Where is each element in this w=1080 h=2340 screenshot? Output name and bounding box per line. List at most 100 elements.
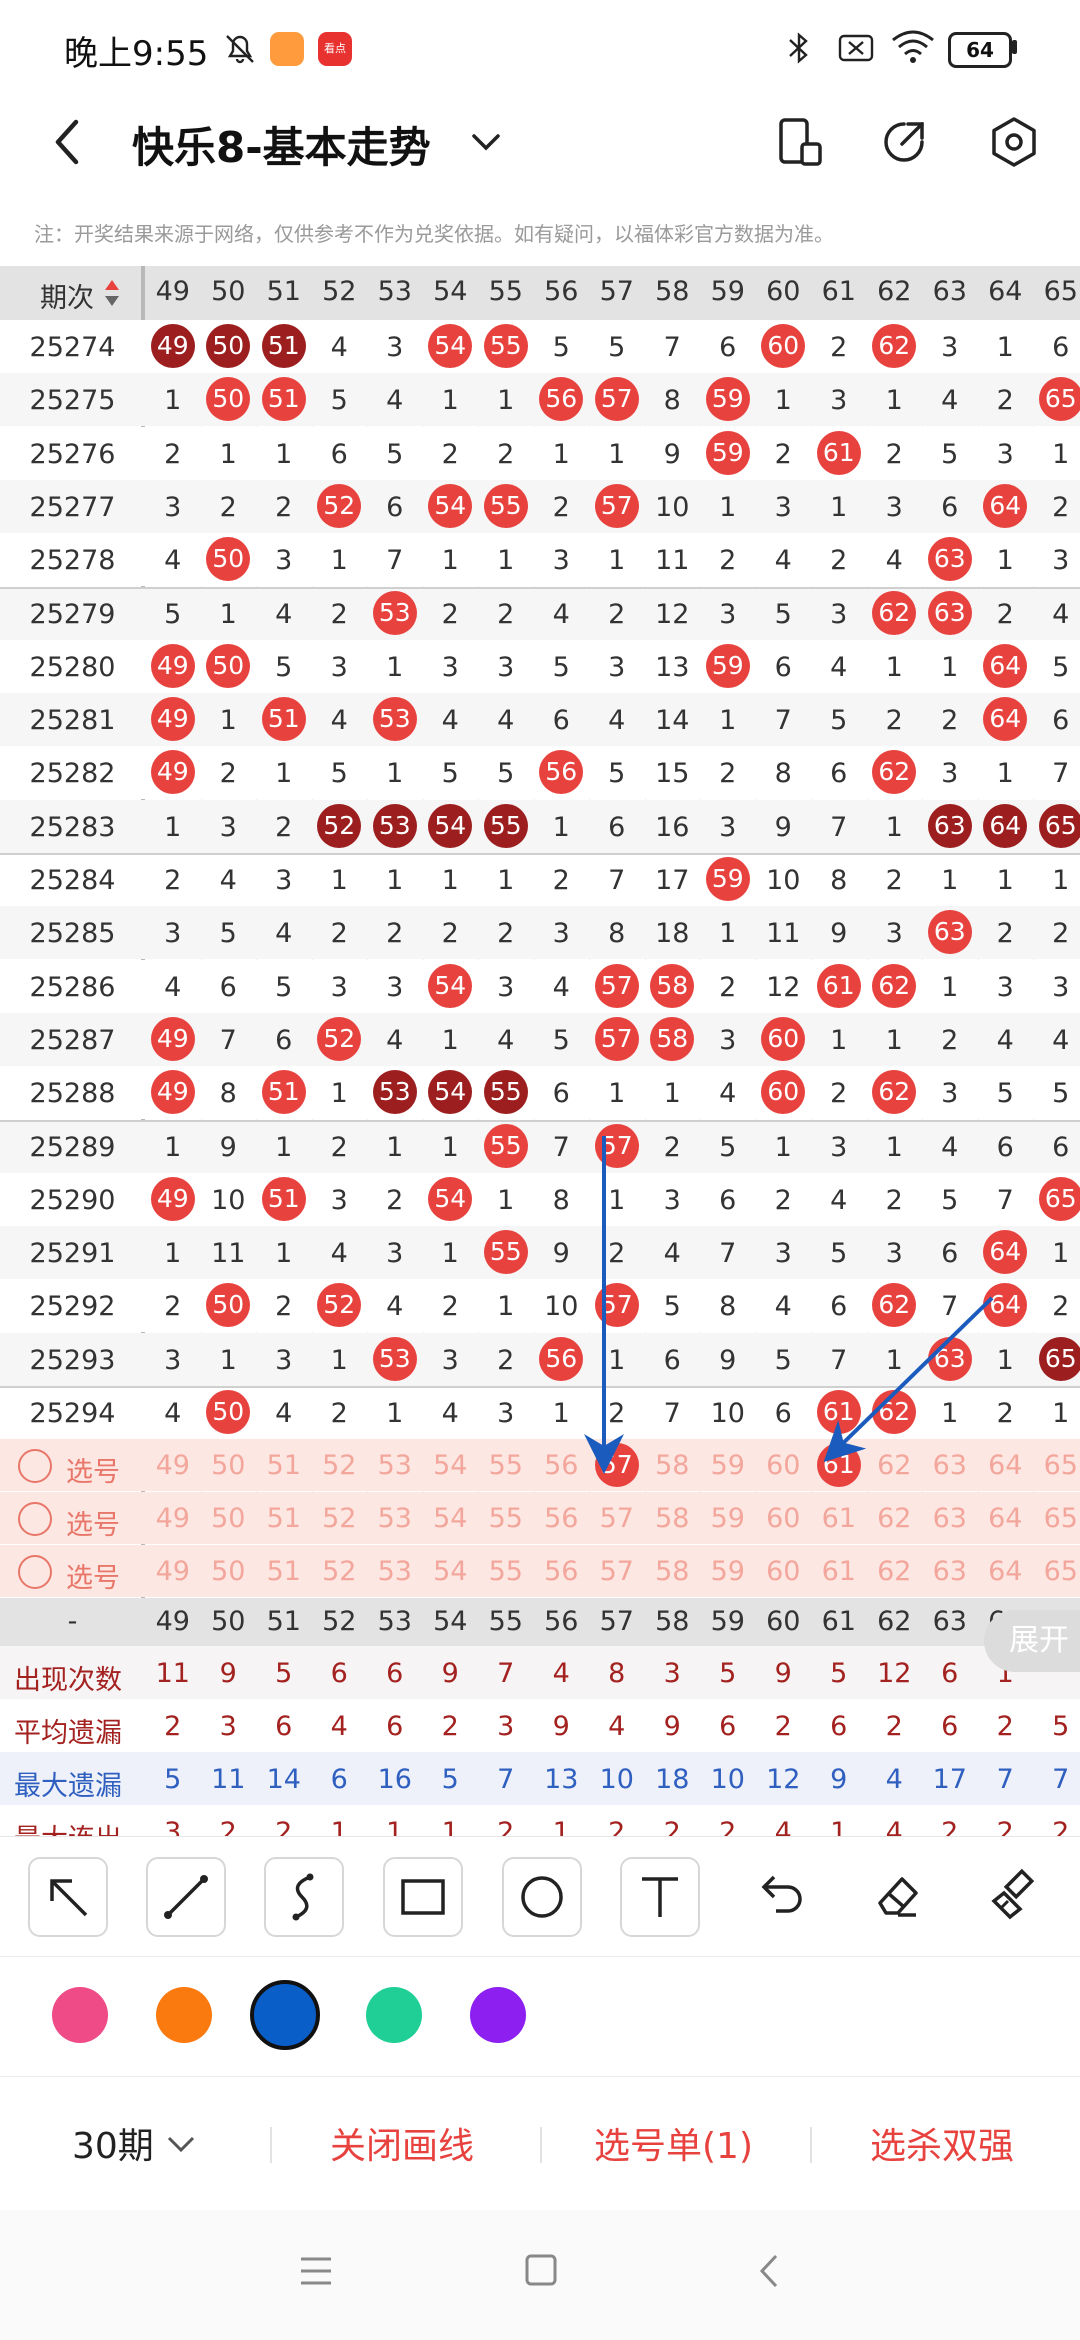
- back-arrow-icon[interactable]: [44, 112, 92, 172]
- sort-arrows-icon[interactable]: [104, 278, 120, 308]
- select-number[interactable]: 62: [867, 1556, 923, 1587]
- select-number[interactable]: 50: [201, 1450, 257, 1481]
- column-header-52[interactable]: 52: [312, 276, 368, 307]
- select-number[interactable]: 58: [645, 1503, 701, 1534]
- expand-button[interactable]: 展开: [984, 1610, 1080, 1672]
- menu-icon[interactable]: [298, 2254, 334, 2288]
- select-number[interactable]: 59: [700, 1503, 756, 1534]
- selected-ball[interactable]: 57: [594, 1443, 639, 1488]
- chevron-down-icon[interactable]: [470, 128, 502, 156]
- select-number[interactable]: 49: [145, 1503, 201, 1534]
- select-number[interactable]: 53: [367, 1503, 423, 1534]
- select-number[interactable]: 61: [811, 1556, 867, 1587]
- color-swatch[interactable]: [156, 1987, 212, 2043]
- period-select[interactable]: 30期: [72, 2117, 154, 2169]
- select-number[interactable]: 63: [922, 1503, 978, 1534]
- column-header-59[interactable]: 59: [700, 276, 756, 307]
- phone-rotate-icon[interactable]: [772, 114, 828, 170]
- select-number[interactable]: 64: [978, 1503, 1034, 1534]
- select-number[interactable]: 60: [756, 1450, 812, 1481]
- chevron-down-icon[interactable]: [166, 2133, 196, 2155]
- select-number[interactable]: 55: [478, 1450, 534, 1481]
- color-swatch[interactable]: [470, 1987, 526, 2043]
- select-number[interactable]: 53: [367, 1556, 423, 1587]
- select-number[interactable]: 54: [423, 1450, 479, 1481]
- select-number[interactable]: 59: [700, 1450, 756, 1481]
- select-number[interactable]: 58: [645, 1556, 701, 1587]
- undo-icon[interactable]: [742, 1857, 818, 1933]
- select-number[interactable]: 53: [367, 1450, 423, 1481]
- settings-icon[interactable]: [986, 114, 1042, 170]
- select-number[interactable]: 60: [756, 1556, 812, 1587]
- column-header-63[interactable]: 63: [922, 276, 978, 307]
- back-nav-icon[interactable]: [756, 2252, 782, 2290]
- column-header-57[interactable]: 57: [589, 276, 645, 307]
- select-number[interactable]: 54: [423, 1556, 479, 1587]
- select-number[interactable]: 64: [978, 1556, 1034, 1587]
- column-header-62[interactable]: 62: [867, 276, 923, 307]
- selected-ball[interactable]: 61: [816, 1443, 861, 1488]
- select-number[interactable]: 64: [978, 1450, 1034, 1481]
- column-header-64[interactable]: 64: [978, 276, 1034, 307]
- color-swatch[interactable]: [250, 1980, 320, 2050]
- select-number[interactable]: 58: [645, 1450, 701, 1481]
- select-number[interactable]: 50: [201, 1556, 257, 1587]
- issue-column-header[interactable]: 期次: [40, 276, 110, 315]
- select-number[interactable]: 51: [256, 1503, 312, 1534]
- column-header-56[interactable]: 56: [534, 276, 590, 307]
- select-number[interactable]: 52: [312, 1556, 368, 1587]
- column-header-58[interactable]: 58: [645, 276, 701, 307]
- select-number[interactable]: 60: [756, 1503, 812, 1534]
- select-number[interactable]: 57: [589, 1556, 645, 1587]
- number-ball: 53: [372, 1336, 417, 1381]
- column-header-53[interactable]: 53: [367, 276, 423, 307]
- select-number[interactable]: 50: [201, 1503, 257, 1534]
- text-tool-button[interactable]: [620, 1857, 700, 1937]
- eraser-icon[interactable]: [858, 1857, 934, 1933]
- clear-icon[interactable]: [976, 1857, 1052, 1933]
- select-number[interactable]: 51: [256, 1450, 312, 1481]
- select-number[interactable]: 49: [145, 1450, 201, 1481]
- select-number[interactable]: 52: [312, 1503, 368, 1534]
- column-header-54[interactable]: 54: [423, 276, 479, 307]
- column-header-60[interactable]: 60: [756, 276, 812, 307]
- line-tool-button[interactable]: [146, 1857, 226, 1937]
- select-number[interactable]: 55: [478, 1503, 534, 1534]
- select-number[interactable]: 63: [922, 1556, 978, 1587]
- share-icon[interactable]: [876, 114, 932, 170]
- color-swatch[interactable]: [52, 1987, 108, 2043]
- select-number[interactable]: 62: [867, 1450, 923, 1481]
- select-number[interactable]: 56: [534, 1556, 590, 1587]
- page-title[interactable]: 快乐8-基本走势: [132, 114, 431, 175]
- kill-pick-button[interactable]: 选杀双强: [870, 2117, 1014, 2169]
- home-icon[interactable]: [524, 2252, 558, 2288]
- select-number[interactable]: 62: [867, 1503, 923, 1534]
- column-header-61[interactable]: 61: [811, 276, 867, 307]
- select-number[interactable]: 56: [534, 1503, 590, 1534]
- column-header-50[interactable]: 50: [201, 276, 257, 307]
- select-number[interactable]: 63: [922, 1450, 978, 1481]
- close-lines-button[interactable]: 关闭画线: [330, 2117, 474, 2169]
- select-number[interactable]: 59: [700, 1556, 756, 1587]
- column-header-55[interactable]: 55: [478, 276, 534, 307]
- select-number[interactable]: 65: [1033, 1450, 1080, 1481]
- select-number[interactable]: 49: [145, 1556, 201, 1587]
- curve-tool-button[interactable]: [264, 1857, 344, 1937]
- select-number[interactable]: 61: [811, 1503, 867, 1534]
- color-swatch[interactable]: [366, 1987, 422, 2043]
- select-number[interactable]: 57: [589, 1503, 645, 1534]
- column-header-65[interactable]: 65: [1033, 276, 1080, 307]
- column-header-49[interactable]: 49: [145, 276, 201, 307]
- select-number[interactable]: 54: [423, 1503, 479, 1534]
- select-number[interactable]: 56: [534, 1450, 590, 1481]
- select-number[interactable]: 55: [478, 1556, 534, 1587]
- circle-tool-button[interactable]: [502, 1857, 582, 1937]
- select-list-button[interactable]: 选号单(1): [594, 2117, 753, 2169]
- select-number[interactable]: 52: [312, 1450, 368, 1481]
- select-number[interactable]: 51: [256, 1556, 312, 1587]
- select-number[interactable]: 65: [1033, 1556, 1080, 1587]
- rectangle-tool-button[interactable]: [383, 1857, 463, 1937]
- select-number[interactable]: 65: [1033, 1503, 1080, 1534]
- column-header-51[interactable]: 51: [256, 276, 312, 307]
- arrow-tool-button[interactable]: [28, 1857, 108, 1937]
